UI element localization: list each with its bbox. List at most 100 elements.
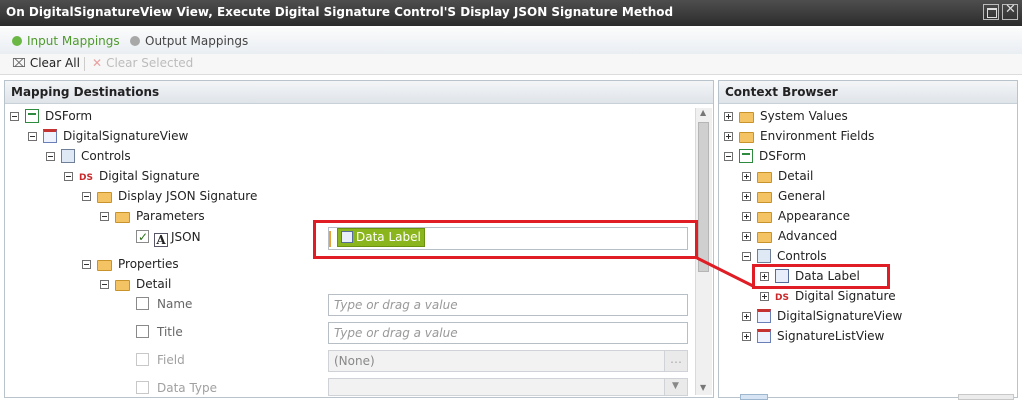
- param-row-json[interactable]: AJSON: [136, 228, 201, 247]
- folder-icon: [739, 112, 754, 123]
- tree-node-dsform[interactable]: DSForm: [10, 107, 92, 125]
- title-checkbox[interactable]: [136, 325, 149, 338]
- collapse-icon[interactable]: [46, 152, 55, 161]
- ctx-node-system-values[interactable]: System Values: [724, 107, 848, 125]
- collapse-icon[interactable]: [724, 152, 733, 161]
- highlight-box-data-label: [752, 264, 890, 289]
- ctx-node-advanced[interactable]: Advanced: [742, 227, 837, 245]
- tree-node-detail[interactable]: Detail: [100, 275, 171, 293]
- node-label: DigitalSignatureView: [63, 129, 189, 143]
- field-checkbox[interactable]: [136, 353, 149, 366]
- expand-icon[interactable]: [742, 212, 751, 221]
- clear-selected-label: Clear Selected: [106, 56, 194, 70]
- window-title: On DigitalSignatureView View, Execute Di…: [6, 5, 674, 19]
- node-label: Digital Signature: [794, 289, 896, 303]
- node-label: Digital Signature: [98, 169, 200, 183]
- bottom-scrollbar[interactable]: [958, 394, 1014, 400]
- tree-node-controls[interactable]: Controls: [46, 147, 131, 165]
- folder-open-icon: [97, 260, 112, 271]
- maximize-icon[interactable]: [983, 4, 999, 20]
- collapse-icon[interactable]: [742, 252, 751, 261]
- expand-icon[interactable]: [742, 172, 751, 181]
- expand-icon[interactable]: [742, 332, 751, 341]
- node-label: System Values: [760, 109, 848, 123]
- folder-open-icon: [115, 280, 130, 291]
- close-icon[interactable]: ✕: [1002, 2, 1018, 20]
- tab-input-mappings[interactable]: Input Mappings: [12, 34, 120, 48]
- collapse-icon[interactable]: [28, 132, 37, 141]
- param-label: Data Type: [157, 381, 218, 395]
- ctx-node-environment-fields[interactable]: Environment Fields: [724, 127, 874, 145]
- text-type-icon: A: [154, 233, 168, 247]
- collapse-icon[interactable]: [100, 212, 109, 221]
- clear-all-label: Clear All: [29, 56, 80, 70]
- ctx-node-appearance[interactable]: Appearance: [742, 207, 850, 225]
- node-label: General: [778, 189, 826, 203]
- tree-node-digital-signature-view[interactable]: DigitalSignatureView: [28, 127, 188, 145]
- param-label: Field: [157, 353, 185, 367]
- collapse-icon[interactable]: [82, 260, 91, 269]
- expand-icon[interactable]: [742, 232, 751, 241]
- ellipsis-button[interactable]: …: [664, 351, 687, 371]
- inactive-dot-icon: [130, 36, 140, 46]
- ctx-node-digital-signature[interactable]: DS Digital Signature: [760, 287, 896, 305]
- json-checkbox[interactable]: [136, 228, 149, 246]
- data-type-select[interactable]: ▼: [328, 378, 688, 396]
- collapse-icon[interactable]: [100, 280, 109, 289]
- scroll-up-icon[interactable]: ▲: [700, 108, 706, 117]
- view-icon: [757, 309, 771, 323]
- clear-selected-button[interactable]: ✕ Clear Selected: [92, 56, 193, 70]
- title-value-field[interactable]: Type or drag a value: [328, 322, 688, 344]
- scroll-down-icon[interactable]: ▼: [700, 383, 706, 392]
- controls-icon: [61, 149, 75, 163]
- field-value-field[interactable]: (None) …: [328, 350, 688, 372]
- collapse-icon[interactable]: [64, 172, 73, 181]
- tab-input-label: Input Mappings: [27, 34, 120, 48]
- delete-icon: ✕: [92, 56, 103, 70]
- tree-node-digital-signature[interactable]: DS Digital Signature: [64, 167, 200, 185]
- expand-icon[interactable]: [724, 112, 733, 121]
- field-value: (None): [334, 354, 375, 368]
- node-label: Controls: [777, 249, 827, 263]
- collapse-icon[interactable]: [82, 192, 91, 201]
- tree-node-properties[interactable]: Properties: [82, 255, 179, 273]
- collapse-icon[interactable]: [10, 112, 19, 121]
- expand-icon[interactable]: [724, 132, 733, 141]
- param-row-data-type[interactable]: Data Type: [136, 379, 217, 397]
- ctx-node-general[interactable]: General: [742, 187, 825, 205]
- node-label: Appearance: [778, 209, 851, 223]
- node-label: Detail: [778, 169, 814, 183]
- param-row-field[interactable]: Field: [136, 351, 185, 369]
- mapping-destinations-title: Mapping Destinations: [5, 81, 713, 104]
- view-icon: [757, 329, 771, 343]
- node-label: Detail: [136, 277, 172, 291]
- ctx-node-controls[interactable]: Controls: [742, 247, 827, 265]
- node-label: DSForm: [759, 149, 807, 163]
- active-dot-icon: [12, 36, 22, 46]
- expand-icon[interactable]: [742, 312, 751, 321]
- ctx-node-signature-list-view[interactable]: SignatureListView: [742, 327, 884, 345]
- ctx-node-detail[interactable]: Detail: [742, 167, 813, 185]
- folder-icon: [757, 232, 772, 243]
- data-type-checkbox[interactable]: [136, 381, 149, 394]
- name-checkbox[interactable]: [136, 297, 149, 310]
- param-row-title[interactable]: Title: [136, 323, 183, 341]
- form-icon: [739, 149, 753, 163]
- tree-node-parameters[interactable]: Parameters: [100, 207, 205, 225]
- ctx-node-dsform[interactable]: DSForm: [724, 147, 806, 165]
- tree-node-display-json-signature[interactable]: Display JSON Signature: [82, 187, 257, 205]
- param-row-name[interactable]: Name: [136, 295, 192, 313]
- name-value-field[interactable]: Type or drag a value: [328, 294, 688, 316]
- scrollbar-thumb[interactable]: [698, 122, 709, 272]
- tab-output-label: Output Mappings: [145, 34, 249, 48]
- ctx-node-digital-signature-view[interactable]: DigitalSignatureView: [742, 307, 902, 325]
- clear-all-button[interactable]: ⌧ Clear All: [12, 56, 80, 70]
- node-label: Environment Fields: [760, 129, 875, 143]
- expand-icon[interactable]: [760, 292, 769, 301]
- tab-output-mappings[interactable]: Output Mappings: [130, 34, 248, 48]
- expand-icon[interactable]: [742, 192, 751, 201]
- chevron-down-icon[interactable]: ▼: [664, 379, 687, 395]
- bottom-tab-button[interactable]: [740, 394, 768, 400]
- node-label: SignatureListView: [777, 329, 885, 343]
- clear-all-icon: ⌧: [12, 56, 26, 70]
